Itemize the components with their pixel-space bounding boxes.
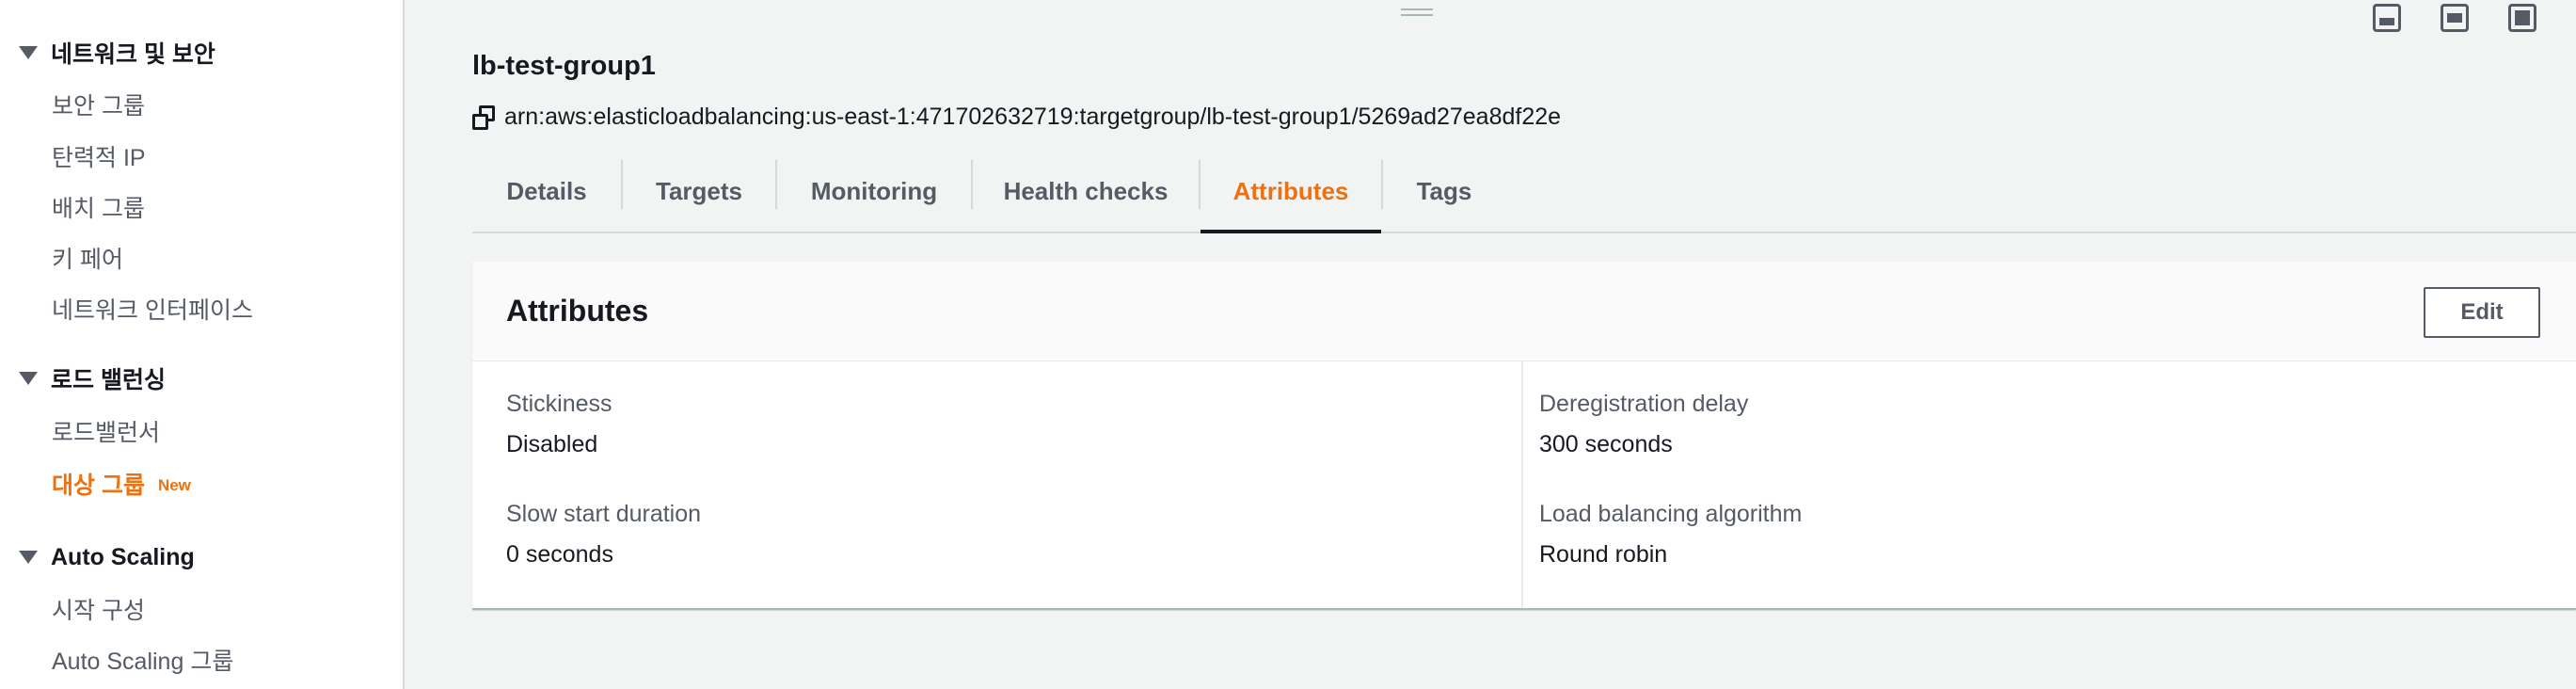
tab-attributes[interactable]: Attributes (1201, 151, 1381, 233)
attribute-value: 0 seconds (506, 541, 613, 568)
caret-down-icon (19, 46, 38, 59)
new-badge: New (157, 476, 191, 494)
panel-full-icon[interactable] (2508, 4, 2536, 32)
icon-fill (2379, 18, 2394, 25)
arn-text: arn:aws:elasticloadbalancing:us-east-1:4… (504, 104, 1562, 130)
icon-fill (2515, 10, 2530, 25)
panel-header: Attributes Edit (472, 262, 2576, 361)
attribute-value: Disabled (506, 431, 598, 457)
drag-line (1401, 14, 1433, 16)
sidebar-item-security-groups[interactable]: 보안 그룹 (52, 86, 145, 123)
attribute-value: Round robin (1539, 541, 1668, 568)
panel-bottom-icon[interactable] (2373, 4, 2401, 32)
attribute-value: 300 seconds (1539, 431, 1673, 457)
copy-icon-front (472, 113, 488, 130)
split-panel-layout-controls (2373, 4, 2536, 32)
panel-title: Attributes (506, 294, 649, 328)
copy-icon[interactable] (472, 104, 495, 130)
sidebar-item-target-groups[interactable]: 대상 그룹 New (52, 465, 191, 503)
main-content: lb-test-group1 arn:aws:elasticloadbalanc… (406, 0, 2576, 689)
edit-button[interactable]: Edit (2424, 287, 2540, 338)
split-panel-drag-handle[interactable] (1401, 8, 1433, 20)
attribute-slow-start-duration: Slow start duration 0 seconds (506, 501, 701, 569)
column-divider (1521, 361, 1523, 608)
section-header-network-security[interactable]: 네트워크 및 보안 (19, 34, 215, 72)
tab-monitoring[interactable]: Monitoring (777, 151, 971, 232)
sidebar-item-auto-scaling-groups[interactable]: Auto Scaling 그룹 (52, 641, 233, 679)
caret-down-icon (19, 372, 38, 385)
tab-bar: Details Targets Monitoring Health checks… (472, 151, 2576, 233)
tab-tags[interactable]: Tags (1383, 151, 1505, 232)
sidebar-item-key-pairs[interactable]: 키 페어 (52, 239, 123, 277)
sidebar-item-elastic-ip[interactable]: 탄력적 IP (52, 137, 146, 175)
drag-line (1401, 8, 1433, 10)
page-title: lb-test-group1 (472, 51, 656, 81)
section-title: 로드 밸런싱 (51, 367, 166, 393)
caret-down-icon (19, 551, 38, 564)
sidebar-item-label: 대상 그룹 (52, 473, 145, 499)
app-root: 네트워크 및 보안 보안 그룹 탄력적 IP 배치 그룹 키 페어 네트워크 인… (0, 0, 2576, 689)
section-header-load-balancing[interactable]: 로드 밸런싱 (19, 360, 166, 397)
sidebar-item-launch-configurations[interactable]: 시작 구성 (52, 590, 145, 628)
section-title: 네트워크 및 보안 (51, 41, 215, 68)
attributes-panel: Attributes Edit Stickiness Disabled Dere… (472, 262, 2576, 610)
tab-details[interactable]: Details (472, 151, 621, 232)
sidebar-item-network-interfaces[interactable]: 네트워크 인터페이스 (52, 290, 253, 328)
attribute-load-balancing-algorithm: Load balancing algorithm Round robin (1539, 501, 1802, 569)
attribute-label: Load balancing algorithm (1539, 501, 1803, 527)
attribute-stickiness: Stickiness Disabled (506, 391, 612, 458)
sidebar-item-placement-groups[interactable]: 배치 그룹 (52, 188, 145, 226)
attribute-label: Slow start duration (506, 501, 702, 527)
icon-fill (2447, 13, 2462, 23)
attribute-deregistration-delay: Deregistration delay 300 seconds (1539, 391, 1748, 458)
sidebar-item-load-balancers[interactable]: 로드밸런서 (52, 412, 160, 450)
section-header-auto-scaling[interactable]: Auto Scaling (19, 538, 195, 576)
attribute-label: Deregistration delay (1539, 391, 1749, 417)
tab-health-checks[interactable]: Health checks (973, 151, 1199, 232)
panel-middle-icon[interactable] (2441, 4, 2469, 32)
attribute-label: Stickiness (506, 391, 612, 417)
arn-row: arn:aws:elasticloadbalancing:us-east-1:4… (472, 104, 1561, 131)
section-title: Auto Scaling (51, 543, 195, 570)
tab-targets[interactable]: Targets (623, 151, 775, 232)
sidebar-nav: 네트워크 및 보안 보안 그룹 탄력적 IP 배치 그룹 키 페어 네트워크 인… (0, 0, 405, 689)
